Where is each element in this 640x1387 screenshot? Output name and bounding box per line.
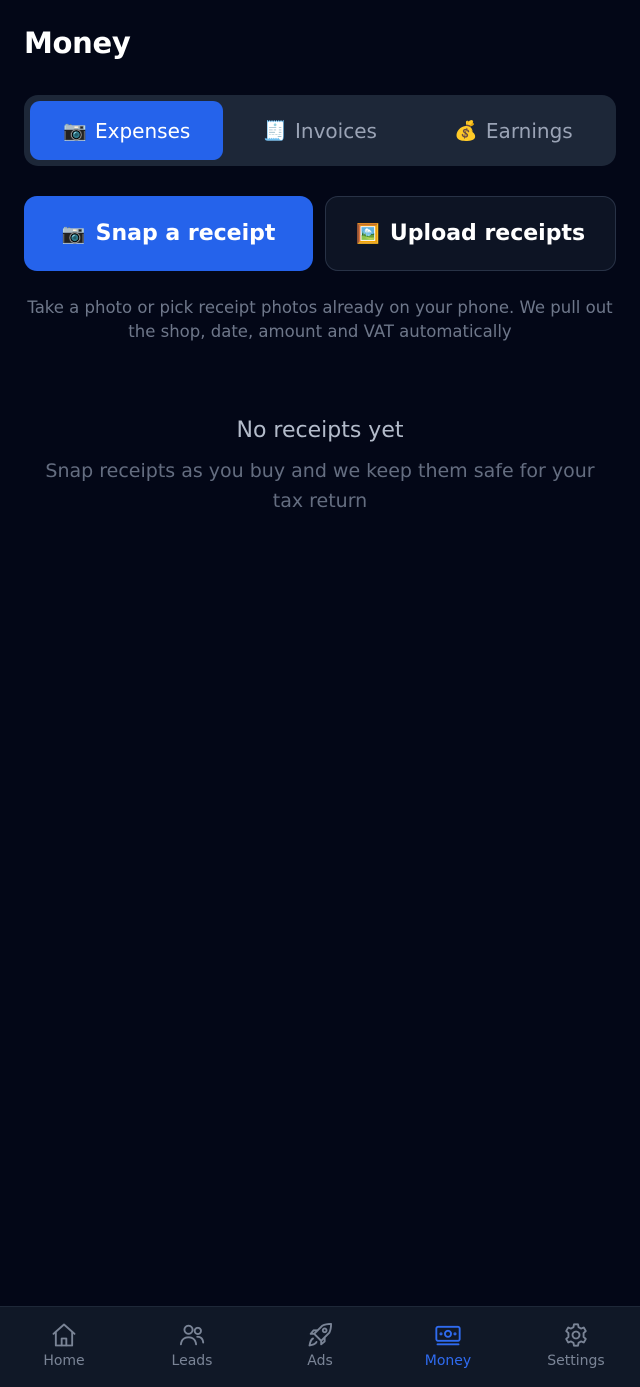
money-screen: Money 📷 Expenses 🧾 Invoices 💰 Earnings 📷… (0, 0, 640, 1387)
home-icon (52, 1323, 76, 1347)
nav-label: Home (43, 1353, 85, 1369)
snap-receipt-button[interactable]: 📷 Snap a receipt (24, 196, 313, 271)
nav-label: Money (424, 1353, 472, 1369)
tab-label: Invoices (295, 118, 377, 143)
money-icon (435, 1325, 461, 1346)
empty-state-title: No receipts yet (236, 418, 404, 443)
empty-state-subtitle: Snap receipts as you buy and we keep the… (45, 460, 595, 512)
tab-expenses[interactable]: 📷 Expenses (30, 101, 224, 160)
snap-receipt-label: Snap a receipt (95, 221, 276, 246)
rocket-icon (308, 1322, 333, 1347)
bottom-nav: Home Leads Ads Money Settings (0, 1306, 640, 1387)
nav-label: Settings (547, 1353, 605, 1369)
receipt-icon: 🧾 (263, 120, 287, 142)
tab-invoices[interactable]: 🧾 Invoices (223, 101, 416, 160)
nav-ads[interactable]: Ads (256, 1307, 384, 1387)
nav-label: Leads (171, 1353, 213, 1369)
tab-label: Expenses (95, 118, 191, 143)
tab-label: Earnings (485, 118, 573, 143)
nav-home[interactable]: Home (0, 1307, 128, 1387)
people-icon (179, 1324, 205, 1346)
receipt-actions: 📷 Snap a receipt 🖼️ Upload receipts (24, 196, 616, 271)
money-bag-icon: 💰 (454, 120, 478, 142)
camera-icon: 📷 (63, 120, 87, 142)
gear-icon (565, 1323, 587, 1347)
tab-earnings[interactable]: 💰 Earnings (417, 101, 610, 160)
receipt-hint: Take a photo or pick receipt photos alre… (27, 298, 613, 341)
nav-leads[interactable]: Leads (128, 1307, 256, 1387)
nav-label: Ads (307, 1353, 333, 1369)
nav-settings[interactable]: Settings (512, 1307, 640, 1387)
money-tabs: 📷 Expenses 🧾 Invoices 💰 Earnings (24, 95, 616, 166)
upload-receipts-button[interactable]: 🖼️ Upload receipts (325, 196, 616, 271)
nav-money[interactable]: Money (384, 1307, 512, 1387)
upload-receipts-label: Upload receipts (389, 221, 586, 246)
picture-icon: 🖼️ (356, 223, 380, 245)
camera-icon: 📷 (61, 223, 86, 245)
page-title: Money (24, 26, 131, 60)
